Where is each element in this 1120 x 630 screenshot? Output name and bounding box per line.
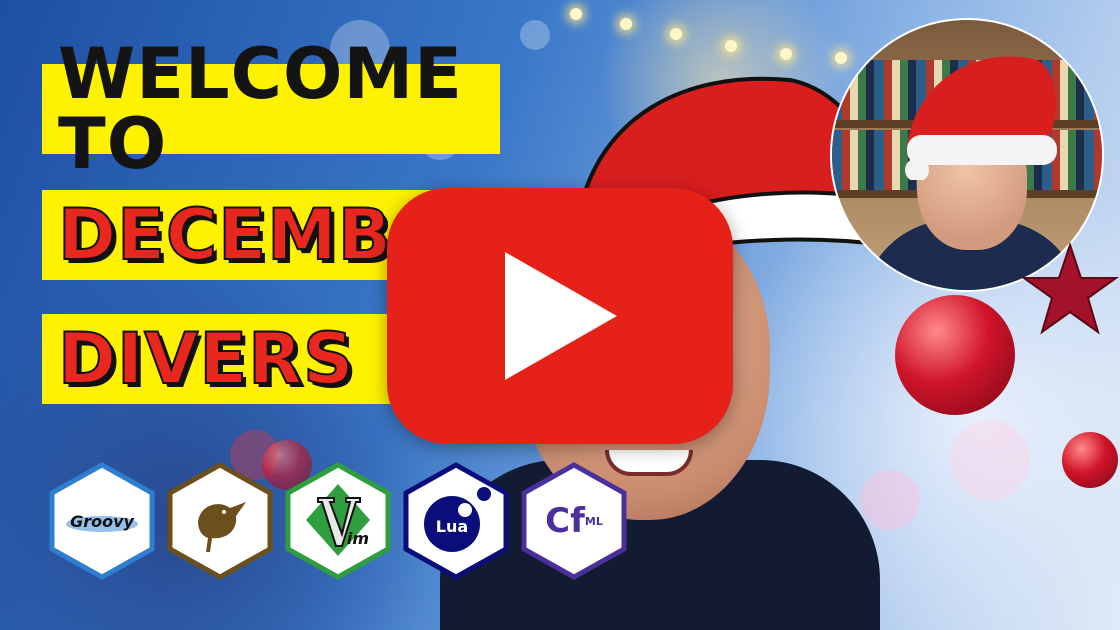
video-thumbnail[interactable]: WELCOME TO DECEMB DIVERS Groovy im Lua C… xyxy=(0,0,1120,630)
title-text-3: DIVERS xyxy=(57,318,355,400)
ornament-ball xyxy=(1062,432,1118,488)
light-bulb xyxy=(620,18,632,30)
language-badges: Groovy im Lua Cf ML xyxy=(48,462,628,582)
lua-icon: Lua xyxy=(435,516,469,536)
play-button[interactable] xyxy=(387,188,733,444)
title-text-1: WELCOME TO xyxy=(58,33,463,185)
groovy-icon: Groovy xyxy=(70,511,134,531)
cfml-icon: Cf ML xyxy=(520,462,628,580)
badge-vim: im xyxy=(284,462,392,580)
santa-hat-icon xyxy=(905,56,1057,180)
play-icon xyxy=(505,252,617,380)
badge-bird xyxy=(166,462,274,580)
vim-icon: im xyxy=(346,528,370,548)
light-bulb xyxy=(780,48,792,60)
badge-groovy: Groovy xyxy=(48,462,156,580)
ornament-ball xyxy=(895,295,1015,415)
badge-cfml: Cf ML xyxy=(520,462,628,580)
bokeh-light xyxy=(950,420,1030,500)
title-text-2: DECEMB xyxy=(57,194,393,276)
bokeh-light xyxy=(520,20,550,50)
title-line-1: WELCOME TO xyxy=(42,39,500,179)
bird-icon xyxy=(167,462,273,580)
cfml-text: Cf xyxy=(545,501,585,541)
light-bulb xyxy=(725,40,737,52)
cfml-superscript: ML xyxy=(584,514,603,528)
badge-lua: Lua xyxy=(402,462,510,580)
light-bulb xyxy=(570,8,582,20)
light-bulb xyxy=(670,28,682,40)
star-ornament-icon xyxy=(1020,241,1120,335)
title-line-3: DIVERS xyxy=(42,314,422,404)
